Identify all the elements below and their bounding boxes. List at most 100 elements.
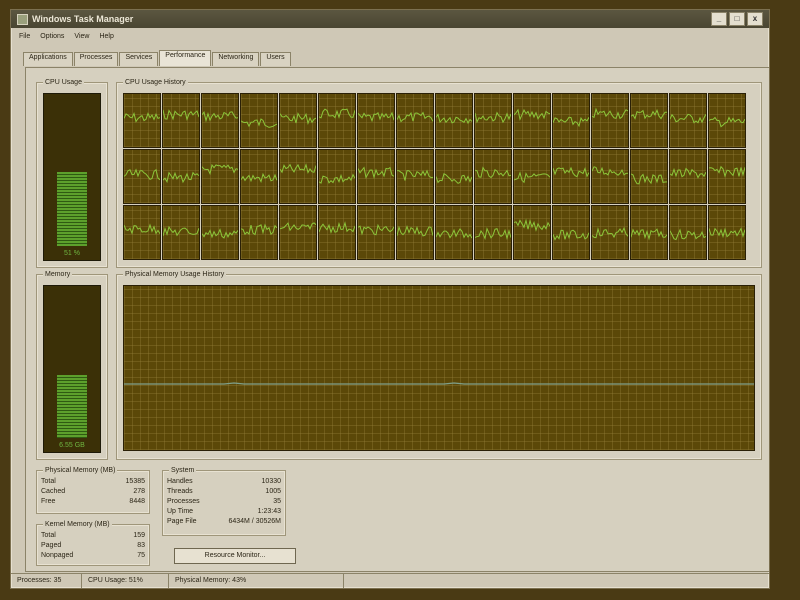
value: 278 [133,488,145,495]
system-group: System Handles 10330 Threads 1005 Processe… [162,466,286,536]
cpu-core-line [435,113,473,125]
status-cpu-usage: CPU Usage: 51% [82,574,169,588]
cpu-core-graph [630,205,668,260]
cpu-core-line [552,116,590,128]
cpu-core-graph [396,93,434,148]
cpu-core-line [396,169,434,181]
cpu-core-graph [513,149,551,204]
title-bar[interactable]: Windows Task Manager _ □ x [11,10,769,28]
status-physical-memory: Physical Memory: 43% [169,574,344,588]
cpu-core-graph [591,205,629,260]
label: Page File [167,518,197,525]
cpu-core-graph [435,205,473,260]
cpu-core-graph [279,93,317,148]
tab-users[interactable]: Users [260,52,291,66]
cpu-core-line [435,173,473,184]
cpu-core-graph [279,149,317,204]
cpu-core-line [474,111,512,124]
minimize-button[interactable]: _ [711,12,727,26]
status-bar: Processes: 35 CPU Usage: 51% Physical Me… [11,573,769,588]
cpu-core-line [630,173,668,185]
value: 75 [137,552,145,559]
cpu-core-graph [708,93,746,148]
system-uptime-row: Up Time 1:23:43 [167,507,281,517]
cpu-core-line [591,107,629,120]
system-handles-row: Handles 10330 [167,477,281,487]
kernel-memory-paged-row: Paged 83 [41,541,145,551]
value: 83 [137,542,145,549]
cpu-core-graph [552,149,590,204]
value: 159 [133,532,145,539]
value: 35 [273,498,281,505]
system-pagefile-row: Page File 6434M / 30526M [167,517,281,527]
memory-bar [57,375,87,438]
cpu-core-graph [201,149,239,204]
cpu-core-line [552,166,590,178]
cpu-history-group: CPU Usage History [116,78,762,268]
cpu-core-line [123,168,161,181]
cpu-core-line [396,111,434,123]
cpu-usage-meter: 51 % [43,93,101,261]
memory-group: Memory 6.55 GB [36,270,108,460]
cpu-core-graph [123,149,161,204]
cpu-history-graphs [123,93,755,260]
cpu-core-line [240,118,278,128]
label: Total [41,478,56,485]
cpu-core-graph [357,205,395,260]
cpu-core-graph [318,149,356,204]
menu-file[interactable]: File [19,33,30,40]
tab-processes[interactable]: Processes [73,52,119,66]
cpu-core-line [708,165,746,178]
physical-memory-free-row: Free 8448 [41,497,145,507]
menu-bar: File Options View Help [11,29,769,43]
cpu-core-line [513,171,551,184]
cpu-core-line [591,166,629,176]
cpu-core-graph [513,93,551,148]
physical-memory-cached-row: Cached 278 [41,487,145,497]
kernel-memory-group: Kernel Memory (MB) Total 159 Paged 83 Nonp… [36,520,150,566]
cpu-core-line [552,229,590,241]
cpu-core-graph [552,205,590,260]
cpu-core-graph [357,149,395,204]
cpu-core-line [201,228,239,239]
cpu-core-line [708,116,746,128]
cpu-core-line [201,163,239,176]
cpu-core-graph [630,149,668,204]
memory-title: Memory [43,270,73,279]
cpu-core-line [669,228,707,241]
cpu-core-graph [396,149,434,204]
memory-history-line [124,382,754,385]
menu-options[interactable]: Options [40,33,64,40]
tab-services[interactable]: Services [119,52,159,66]
memory-history-graph [123,285,755,451]
maximize-button[interactable]: □ [729,12,745,26]
resource-monitor-button[interactable]: Resource Monitor... [174,548,296,564]
cpu-core-graph [201,205,239,260]
value: 15385 [125,478,145,485]
cpu-core-graph [396,205,434,260]
memory-meter: 6.55 GB [43,285,101,453]
cpu-core-graph [630,93,668,148]
cpu-core-line [357,166,395,179]
cpu-core-line [591,226,629,239]
cpu-core-line [279,163,317,174]
label: Nonpaged [41,552,74,559]
close-button[interactable]: x [747,12,763,26]
label: Total [41,532,56,539]
tab-networking[interactable]: Networking [212,52,260,66]
cpu-core-line [240,172,278,184]
cpu-core-graph [669,205,707,260]
cpu-core-line [201,110,239,123]
tab-applications[interactable]: Applications [23,52,73,66]
cpu-core-graph [201,93,239,148]
cpu-core-graph [708,149,746,204]
cpu-core-line [630,228,668,241]
tab-performance[interactable]: Performance [159,50,212,66]
menu-view[interactable]: View [74,33,89,40]
cpu-core-graph [279,205,317,260]
menu-help[interactable]: Help [99,33,113,40]
cpu-core-line [669,167,707,179]
cpu-core-line [162,171,200,184]
label: Up Time [167,508,194,515]
cpu-core-line [123,112,161,123]
